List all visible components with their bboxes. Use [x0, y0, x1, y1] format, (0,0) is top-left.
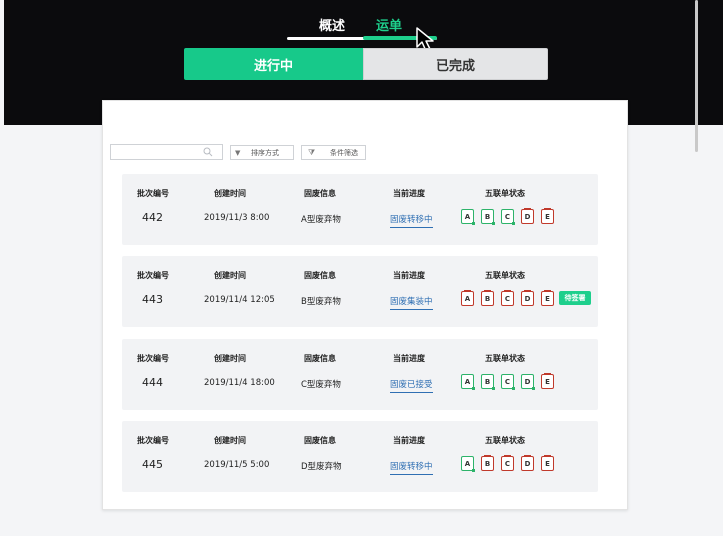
header-waste: 固废信息	[304, 271, 336, 280]
form-a-icon[interactable]: A	[461, 374, 475, 390]
form-a-icon[interactable]: A	[461, 290, 474, 306]
header-created: 创建时间	[214, 436, 246, 445]
segment-in-progress[interactable]: 进行中	[184, 48, 363, 80]
batch-number: 443	[142, 293, 163, 306]
progress-link[interactable]: 固废集装中	[390, 295, 433, 310]
sort-button[interactable]: ▼ 排序方式	[230, 145, 294, 160]
form-a-icon[interactable]: A	[461, 209, 475, 225]
tab-waybill[interactable]: 运单	[376, 15, 402, 34]
form-c-icon[interactable]: C	[501, 374, 515, 390]
progress-link[interactable]: 固废已接受	[390, 378, 433, 393]
table-row[interactable]: 批次编号 创建时间 固废信息 当前进度 五联单状态 445 2019/11/5 5:00 D型…	[122, 421, 598, 492]
header-batch: 批次编号	[137, 271, 169, 280]
form-d-icon[interactable]: D	[521, 455, 534, 471]
header-batch: 批次编号	[137, 354, 169, 363]
form-b-icon[interactable]: B	[481, 455, 494, 471]
filter-icon: ⧩	[308, 147, 316, 157]
form-b-icon[interactable]: B	[481, 209, 495, 225]
progress-link[interactable]: 固废转移中	[390, 460, 433, 475]
table-row[interactable]: 批次编号 创建时间 固废信息 当前进度 五联单状态 444 2019/11/4 18:00 C…	[122, 339, 598, 410]
header-created: 创建时间	[214, 354, 246, 363]
waste-info: C型废弃物	[301, 380, 341, 390]
status-badge[interactable]: 待签署	[559, 291, 591, 305]
created-time: 2019/11/3 8:00	[204, 213, 270, 223]
header-progress: 当前进度	[393, 436, 425, 445]
form-e-icon[interactable]: E	[541, 455, 554, 471]
header-waste: 固废信息	[304, 354, 336, 363]
sort-label: 排序方式	[251, 148, 279, 157]
tab-overview[interactable]: 概述	[319, 15, 345, 34]
filter-label: 条件筛选	[330, 148, 358, 157]
segment-completed[interactable]: 已完成	[363, 48, 548, 80]
header-created: 创建时间	[214, 189, 246, 198]
form-d-icon[interactable]: D	[521, 374, 535, 390]
progress-link[interactable]: 固废转移中	[390, 213, 433, 228]
form-c-icon[interactable]: C	[501, 455, 514, 471]
header-forms: 五联单状态	[485, 354, 525, 363]
header-batch: 批次编号	[137, 189, 169, 198]
header-forms: 五联单状态	[485, 271, 525, 280]
header-forms: 五联单状态	[485, 436, 525, 445]
header-waste: 固废信息	[304, 436, 336, 445]
batch-number: 445	[142, 458, 163, 471]
form-b-icon[interactable]: B	[481, 290, 494, 306]
batch-number: 444	[142, 376, 163, 389]
header-created: 创建时间	[214, 271, 246, 280]
form-e-icon[interactable]: E	[541, 290, 554, 306]
header-batch: 批次编号	[137, 436, 169, 445]
created-time: 2019/11/5 5:00	[204, 460, 270, 470]
header-waste: 固废信息	[304, 189, 336, 198]
waste-info: D型废弃物	[301, 462, 342, 472]
header-forms: 五联单状态	[485, 189, 525, 198]
waste-info: A型废弃物	[301, 215, 341, 225]
header-progress: 当前进度	[393, 189, 425, 198]
sort-icon: ▼	[235, 148, 241, 157]
form-d-icon[interactable]: D	[521, 208, 534, 224]
header-progress: 当前进度	[393, 271, 425, 280]
form-e-icon[interactable]: E	[541, 373, 554, 389]
waybill-panel: ▼ 排序方式 ⧩ 条件筛选 批次编号 创建时间 固废信息 当前进度 五联单状态 442 20…	[102, 100, 628, 510]
form-c-icon[interactable]: C	[501, 209, 515, 225]
form-c-icon[interactable]: C	[501, 290, 514, 306]
form-e-icon[interactable]: E	[541, 208, 554, 224]
top-tabs: 概述 运单	[0, 15, 723, 39]
table-row[interactable]: 批次编号 创建时间 固废信息 当前进度 五联单状态 442 2019/11/3 8:00 A型…	[122, 174, 598, 245]
waste-info: B型废弃物	[301, 297, 341, 307]
batch-number: 442	[142, 211, 163, 224]
form-d-icon[interactable]: D	[521, 290, 534, 306]
app-root: 概述 运单 进行中 已完成 ▼ 排序方式 ⧩ 条件筛选 批次编号 创建时间 固废信息…	[0, 0, 723, 536]
form-a-icon[interactable]: A	[461, 456, 475, 472]
search-icon	[203, 147, 213, 157]
search-input[interactable]	[110, 144, 223, 160]
created-time: 2019/11/4 12:05	[204, 295, 275, 305]
form-b-icon[interactable]: B	[481, 374, 495, 390]
created-time: 2019/11/4 18:00	[204, 378, 275, 388]
table-row[interactable]: 批次编号 创建时间 固废信息 当前进度 五联单状态 443 2019/11/4 12:05 B…	[122, 256, 598, 327]
filter-button[interactable]: ⧩ 条件筛选	[301, 145, 366, 160]
header-progress: 当前进度	[393, 354, 425, 363]
